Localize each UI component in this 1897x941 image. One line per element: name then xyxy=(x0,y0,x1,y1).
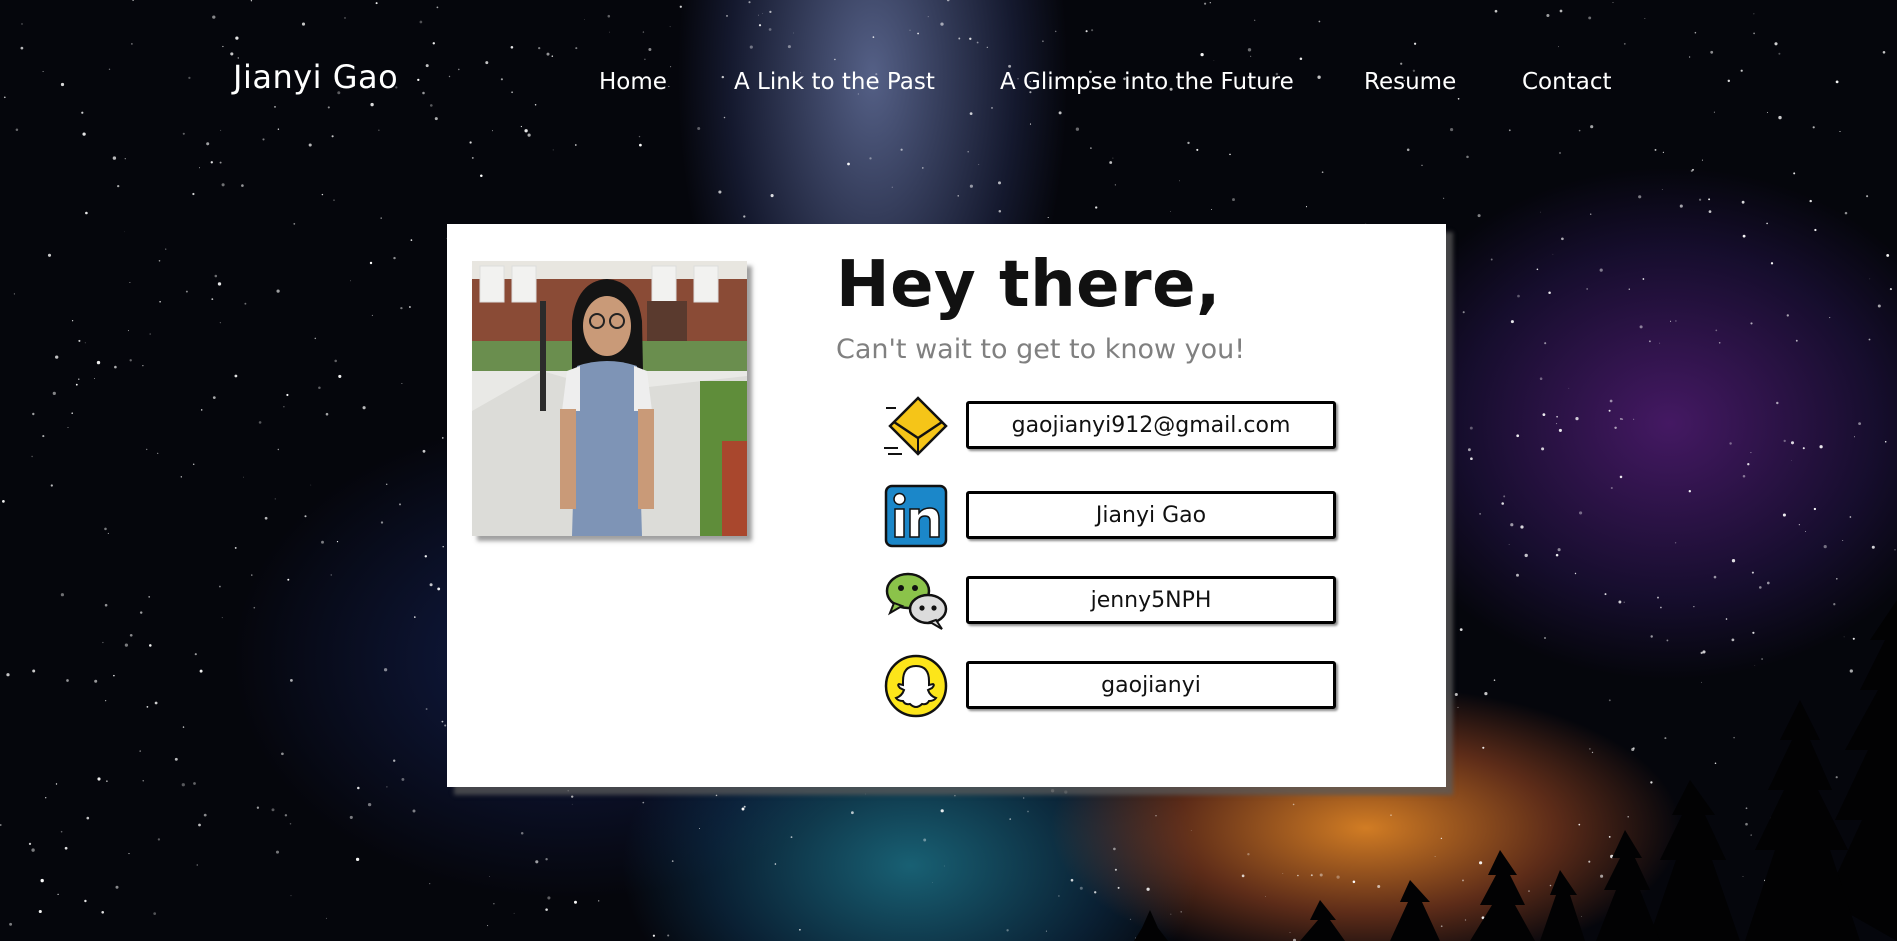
contact-row-email: gaojianyi912@gmail.com xyxy=(884,394,1364,458)
site-brand[interactable]: Jianyi Gao xyxy=(233,58,398,96)
contact-row-linkedin: Jianyi Gao xyxy=(884,484,1364,548)
contact-row-wechat: jenny5NPH xyxy=(884,569,1364,633)
greeting-subheading: Can't wait to get to know you! xyxy=(836,334,1246,365)
nav-home[interactable]: Home xyxy=(599,69,667,95)
profile-photo xyxy=(472,261,747,536)
nav-link-to-the-past[interactable]: A Link to the Past xyxy=(734,69,935,95)
contact-row-snapchat: gaojianyi xyxy=(884,654,1364,718)
nav-glimpse-into-the-future[interactable]: A Glimpse into the Future xyxy=(1000,69,1294,95)
wechat-icon[interactable] xyxy=(884,569,948,633)
contact-card: Hey there, Can't wait to get to know you… xyxy=(447,224,1446,787)
linkedin-icon[interactable] xyxy=(884,484,948,548)
email-field[interactable]: gaojianyi912@gmail.com xyxy=(966,401,1336,449)
nav-contact[interactable]: Contact xyxy=(1522,69,1611,95)
wechat-field[interactable]: jenny5NPH xyxy=(966,576,1336,624)
snapchat-field[interactable]: gaojianyi xyxy=(966,661,1336,709)
nav-resume[interactable]: Resume xyxy=(1364,69,1456,95)
top-navigation: Jianyi Gao Home A Link to the Past A Gli… xyxy=(0,0,1897,170)
greeting-heading: Hey there, xyxy=(836,248,1221,322)
snapchat-icon[interactable] xyxy=(884,654,948,718)
email-icon[interactable] xyxy=(884,394,948,458)
linkedin-field[interactable]: Jianyi Gao xyxy=(966,491,1336,539)
